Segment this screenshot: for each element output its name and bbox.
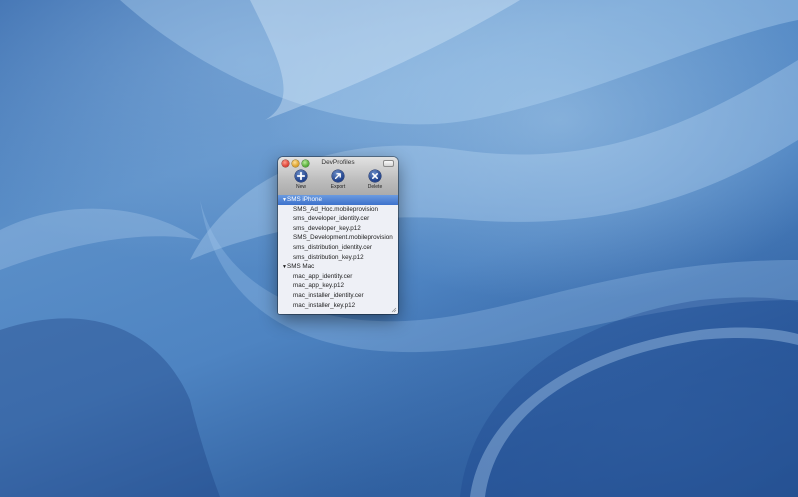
profiles-outline-view[interactable]: ▼SMS iPhone SMS_Ad_Hoc.mobileprovision s… [278, 195, 398, 314]
export-button[interactable]: Export [323, 170, 353, 194]
export-button-label: Export [330, 184, 346, 190]
list-item[interactable]: sms_distribution_identity.cer [278, 243, 398, 253]
list-item[interactable]: mac_installer_identity.cer [278, 291, 398, 301]
devprofiles-window: DevProfiles New Export Delete ▼SMS iPhon… [278, 157, 398, 314]
title-bar[interactable]: DevProfiles New Export Delete [278, 157, 398, 196]
list-item[interactable]: SMS_Development.mobileprovision [278, 233, 398, 243]
wallpaper-swirl [0, 0, 798, 497]
delete-button-label: Delete [367, 184, 383, 190]
x-icon [369, 170, 381, 182]
list-item[interactable]: mac_app_key.p12 [278, 281, 398, 291]
group-row-sms-iphone[interactable]: ▼SMS iPhone [278, 195, 398, 205]
list-item[interactable]: sms_distribution_key.p12 [278, 253, 398, 263]
plus-icon [295, 170, 307, 182]
list-item[interactable]: sms_developer_key.p12 [278, 224, 398, 234]
group-label: SMS Mac [287, 263, 315, 271]
list-item[interactable]: mac_app_identity.cer [278, 272, 398, 282]
group-row-sms-mac[interactable]: ▼SMS Mac [278, 262, 398, 272]
arrow-up-right-icon [332, 170, 344, 182]
window-title: DevProfiles [321, 159, 355, 166]
desktop-background [0, 0, 798, 497]
new-button-label: New [295, 184, 306, 190]
group-label: SMS iPhone [287, 196, 323, 203]
delete-button[interactable]: Delete [360, 170, 390, 194]
list-item[interactable]: sms_developer_identity.cer [278, 214, 398, 224]
new-button[interactable]: New [286, 170, 316, 194]
list-item[interactable]: SMS_Ad_Hoc.mobileprovision [278, 205, 398, 215]
toolbar-toggle-button[interactable] [383, 160, 394, 167]
list-item[interactable]: mac_installer_key.p12 [278, 301, 398, 311]
resize-grip-icon[interactable] [391, 307, 397, 313]
